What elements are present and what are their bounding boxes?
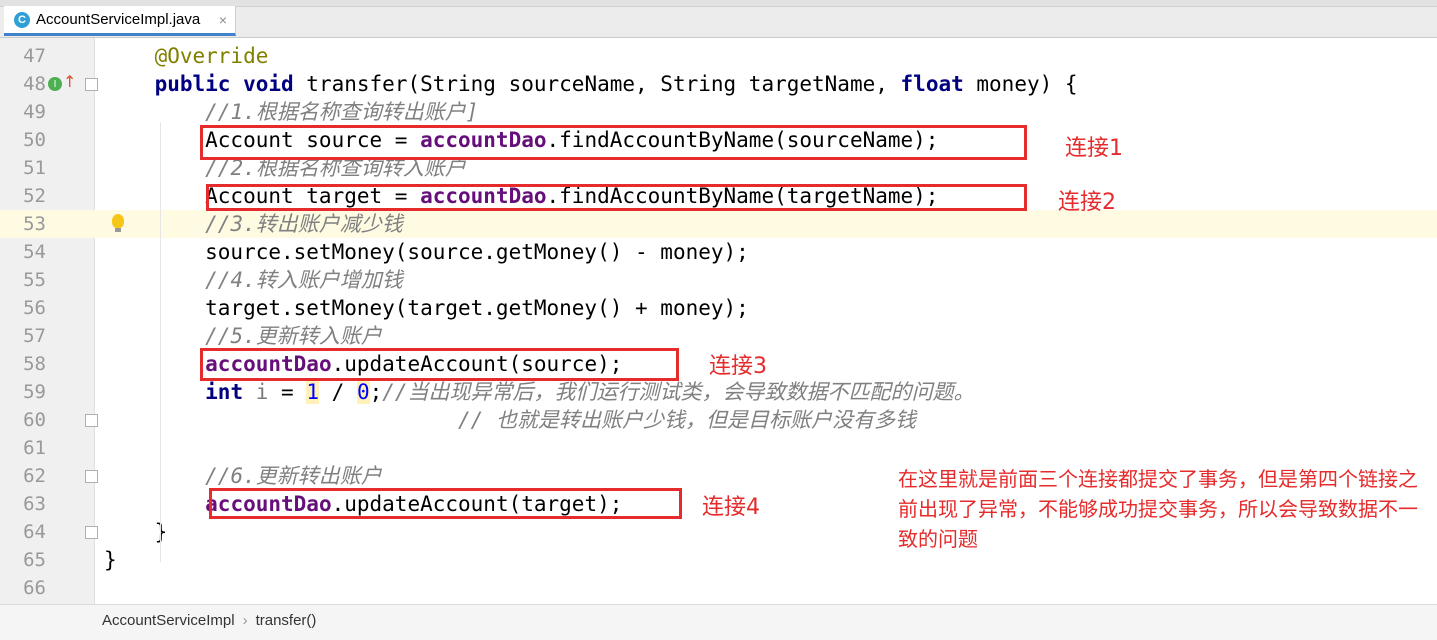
tab-title: AccountServiceImpl.java (36, 11, 201, 28)
close-icon[interactable]: × (219, 12, 227, 28)
line-number[interactable]: 59 (0, 378, 46, 406)
line-number[interactable]: 62 (0, 462, 46, 490)
fold-marker-icon[interactable] (85, 78, 98, 91)
line-number[interactable]: 64 (0, 518, 46, 546)
go-to-interface-icon[interactable]: ↑ (63, 72, 76, 91)
breadcrumb-bar: AccountServiceImpl › transfer() (0, 604, 1437, 640)
implements-method-icon[interactable]: I (48, 77, 62, 91)
code-line[interactable]: 48 public void transfer(String sourceNam… (0, 70, 1437, 98)
code-text[interactable]: //6.更新转出账户 (104, 462, 382, 490)
code-line[interactable]: 55 //4.转入账户增加钱 (0, 266, 1437, 294)
line-number[interactable]: 61 (0, 434, 46, 462)
fold-marker-icon[interactable] (85, 526, 98, 539)
line-number[interactable]: 55 (0, 266, 46, 294)
line-number[interactable]: 57 (0, 322, 46, 350)
code-text[interactable]: //4.转入账户增加钱 (104, 266, 403, 294)
explanation-note: 在这里就是前面三个连接都提交了事务，但是第四个链接之前出现了异常，不能够成功提交… (898, 467, 1418, 551)
label-conn4: 连接4 (702, 495, 760, 520)
code-line[interactable]: 60 // 也就是转出账户少钱，但是目标账户没有多钱 (0, 406, 1437, 434)
line-number[interactable]: 56 (0, 294, 46, 322)
label-conn3: 连接3 (709, 354, 767, 379)
breadcrumb-method[interactable]: transfer() (256, 612, 317, 629)
code-text[interactable]: target.setMoney(target.getMoney() + mone… (104, 294, 749, 322)
fold-marker-icon[interactable] (85, 414, 98, 427)
code-line[interactable]: 59 int i = 1 / 0;//当出现异常后，我们运行测试类，会导致数据不… (0, 378, 1437, 406)
code-line[interactable]: 56 target.setMoney(target.getMoney() + m… (0, 294, 1437, 322)
code-line[interactable]: 57 //5.更新转入账户 (0, 322, 1437, 350)
highlight-box-conn2 (206, 184, 1027, 211)
line-number[interactable]: 53 (0, 210, 46, 238)
code-text[interactable]: int i = 1 / 0;//当出现异常后，我们运行测试类，会导致数据不匹配的… (104, 378, 975, 406)
code-text[interactable]: } (104, 518, 168, 546)
code-text[interactable]: // 也就是转出账户少钱，但是目标账户没有多钱 (104, 406, 916, 434)
code-line[interactable]: 53 //3.转出账户减少钱 (0, 210, 1437, 238)
line-number[interactable]: 54 (0, 238, 46, 266)
label-conn2: 连接2 (1058, 190, 1116, 215)
highlight-box-conn3 (200, 348, 679, 381)
code-text[interactable]: @Override (104, 42, 269, 70)
fold-marker-icon[interactable] (85, 470, 98, 483)
code-text[interactable]: source.setMoney(source.getMoney() - mone… (104, 238, 749, 266)
code-text[interactable]: //5.更新转入账户 (104, 322, 382, 350)
line-number[interactable]: 52 (0, 182, 46, 210)
code-text[interactable]: } (104, 546, 117, 574)
line-number[interactable]: 60 (0, 406, 46, 434)
code-line[interactable]: 49 //1.根据名称查询转出账户] (0, 98, 1437, 126)
breadcrumb-separator: › (242, 612, 248, 629)
line-number[interactable]: 50 (0, 126, 46, 154)
highlight-box-conn4 (209, 488, 682, 519)
breadcrumb-class[interactable]: AccountServiceImpl (102, 612, 235, 629)
intention-bulb-icon[interactable] (112, 214, 124, 232)
code-text[interactable]: public void transfer(String sourceName, … (104, 70, 1078, 98)
indent-guide (160, 122, 161, 562)
line-number[interactable]: 49 (0, 98, 46, 126)
line-number[interactable]: 47 (0, 42, 46, 70)
tab-account-service-impl[interactable]: C AccountServiceImpl.java × (4, 6, 236, 36)
code-text[interactable]: //3.转出账户减少钱 (104, 210, 403, 238)
code-line[interactable]: 47 @Override (0, 42, 1437, 70)
java-class-icon: C (14, 11, 30, 28)
code-line[interactable]: 66 (0, 574, 1437, 602)
line-number[interactable]: 63 (0, 490, 46, 518)
label-conn1: 连接1 (1065, 136, 1123, 161)
editor-tab-bar: C AccountServiceImpl.java × (0, 0, 1437, 38)
code-line[interactable]: 61 (0, 434, 1437, 462)
line-number[interactable]: 48 (0, 70, 46, 98)
code-line[interactable]: 54 source.setMoney(source.getMoney() - m… (0, 238, 1437, 266)
line-number[interactable]: 66 (0, 574, 46, 602)
line-number[interactable]: 51 (0, 154, 46, 182)
highlight-box-conn1 (200, 125, 1027, 160)
line-number[interactable]: 58 (0, 350, 46, 378)
breadcrumb: AccountServiceImpl › transfer() (102, 612, 316, 629)
line-number[interactable]: 65 (0, 546, 46, 574)
